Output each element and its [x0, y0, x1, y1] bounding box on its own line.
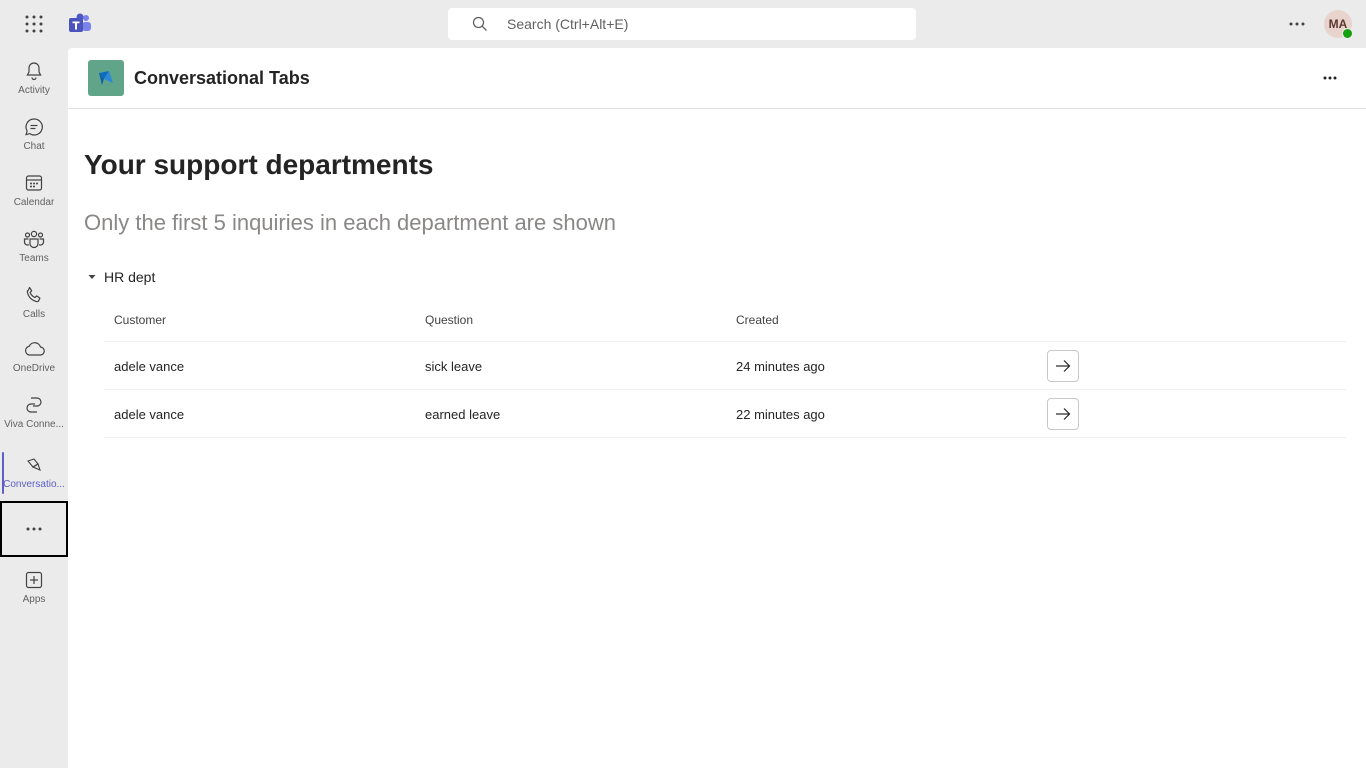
settings-and-more-icon[interactable]	[1285, 12, 1309, 36]
customer-cell: adele vance	[114, 407, 185, 422]
question-cell: earned leave	[425, 407, 501, 422]
department-name: HR dept	[104, 269, 156, 285]
sidebar-item-onedrive[interactable]: OneDrive	[0, 330, 68, 386]
search-placeholder: Search (Ctrl+Alt+E)	[507, 16, 629, 32]
app-content: Conversational Tabs Your support departm…	[68, 48, 1366, 768]
column-header-created: Created	[736, 313, 779, 327]
top-bar: Search (Ctrl+Alt+E) MA	[0, 0, 1366, 48]
more-apps-button[interactable]	[0, 501, 68, 557]
sidebar-item-activity[interactable]: Activity	[0, 52, 68, 108]
sidebar-item-viva-connections[interactable]: Viva Conne...	[0, 386, 68, 442]
sidebar-item-label: Calls	[22, 309, 46, 320]
search-icon	[472, 16, 488, 32]
sidebar-item-label: Activity	[18, 85, 50, 96]
sidebar-item-apps[interactable]: Apps	[0, 561, 68, 617]
sidebar-item-label: Viva Conne...	[4, 419, 64, 430]
page-subtitle: Only the first 5 inquiries in each depar…	[84, 210, 616, 235]
sidebar-item-label: Calendar	[13, 197, 55, 208]
app-header: Conversational Tabs	[68, 48, 1366, 109]
table-row: adele vance sick leave 24 minutes ago	[104, 342, 1346, 390]
page-title: Your support departments	[84, 149, 434, 180]
presence-available-badge	[1342, 28, 1353, 39]
created-cell: 22 minutes ago	[736, 407, 825, 422]
question-cell: sick leave	[425, 359, 483, 374]
caret-down-icon	[88, 273, 96, 281]
table-header: Customer Question Created	[104, 296, 1346, 342]
sidebar-item-teams[interactable]: Teams	[0, 220, 68, 276]
more-icon	[26, 527, 42, 531]
customer-cell: adele vance	[114, 359, 185, 374]
app-title: Conversational Tabs	[134, 68, 310, 88]
add-apps-icon	[23, 569, 45, 591]
table-row: adele vance earned leave 22 minutes ago	[104, 390, 1346, 438]
sidebar-item-calendar[interactable]: Calendar	[0, 164, 68, 220]
arrow-right-icon	[1056, 408, 1071, 420]
chat-icon	[23, 116, 45, 138]
department-toggle[interactable]: HR dept	[88, 268, 155, 286]
sidebar-item-label: OneDrive	[12, 363, 56, 374]
app-logo-icon	[88, 60, 124, 96]
more-options-icon[interactable]	[1318, 66, 1342, 90]
teams-logo-icon	[68, 12, 92, 36]
column-header-question: Question	[425, 313, 474, 327]
viva-connections-icon	[23, 394, 45, 416]
bell-icon	[23, 60, 45, 82]
created-cell: 24 minutes ago	[736, 359, 825, 374]
sidebar-item-conversational-tabs[interactable]: Conversatio...	[0, 446, 68, 502]
calendar-icon	[23, 172, 45, 194]
sidebar-item-calls[interactable]: Calls	[0, 276, 68, 332]
cloud-icon	[23, 338, 45, 360]
sidebar-item-label: Teams	[19, 253, 49, 264]
open-inquiry-button[interactable]	[1047, 398, 1079, 430]
sidebar-item-chat[interactable]: Chat	[0, 108, 68, 164]
arrow-right-icon	[1056, 360, 1071, 372]
phone-icon	[23, 284, 45, 306]
app-bar: Activity Chat Calendar Teams Calls OneDr…	[0, 48, 68, 768]
conversational-tabs-app-icon	[23, 454, 45, 476]
column-header-customer: Customer	[114, 313, 167, 327]
open-inquiry-button[interactable]	[1047, 350, 1079, 382]
inquiries-table: Customer Question Created adele vance si…	[104, 296, 1346, 438]
sidebar-item-label: Apps	[22, 594, 46, 605]
app-launcher-icon[interactable]	[22, 12, 46, 36]
teams-icon	[23, 228, 45, 250]
search-input[interactable]: Search (Ctrl+Alt+E)	[448, 8, 916, 40]
sidebar-item-label: Chat	[23, 141, 45, 152]
sidebar-item-label: Conversatio...	[3, 479, 65, 490]
